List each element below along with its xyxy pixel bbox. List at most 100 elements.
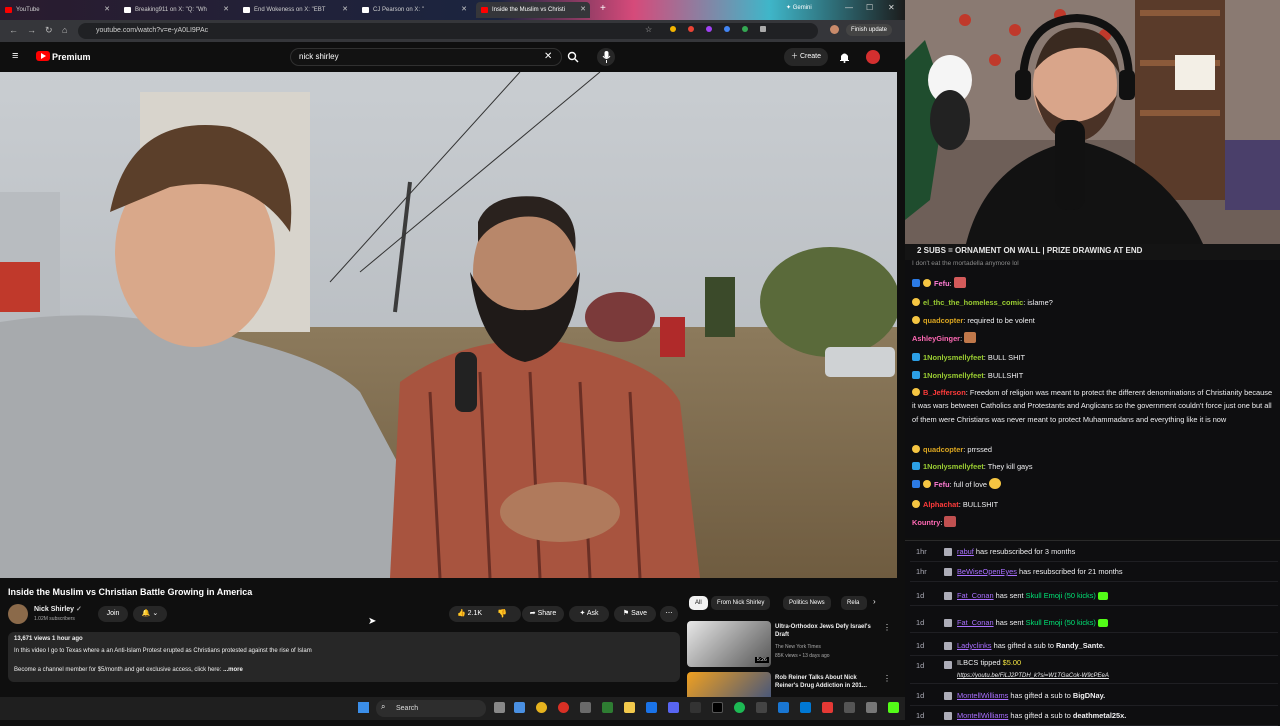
browser-tab[interactable]: End Wokeness on X: "EBT ✕ bbox=[238, 2, 352, 18]
chip-politics-news[interactable]: Politics News bbox=[783, 596, 831, 610]
activity-username[interactable]: Fat_Conan bbox=[957, 618, 994, 627]
subscribed-bell-button[interactable]: 🔔 ⌄ bbox=[133, 606, 167, 622]
extension-icon[interactable] bbox=[688, 26, 694, 32]
app-icon[interactable] bbox=[712, 702, 723, 713]
activity-username[interactable]: MontellWilliams bbox=[957, 711, 1008, 720]
app-icon[interactable] bbox=[690, 702, 701, 713]
new-tab-icon[interactable]: + bbox=[600, 3, 606, 14]
activity-username[interactable]: BeWiseOpenEyes bbox=[957, 567, 1017, 576]
video-player[interactable] bbox=[0, 72, 897, 578]
chat-username[interactable]: 1Nonlysmellyfeet bbox=[923, 371, 984, 380]
chip-related[interactable]: Rela bbox=[841, 596, 867, 610]
close-tab-icon[interactable]: ✕ bbox=[104, 2, 110, 18]
gemini-button[interactable]: ✦ Gemini bbox=[786, 4, 812, 11]
chrome-icon[interactable] bbox=[536, 702, 547, 713]
extension-icon[interactable] bbox=[706, 26, 712, 32]
channel-name-link[interactable]: Nick Shirley ✓ bbox=[34, 605, 82, 613]
app-icon[interactable] bbox=[866, 702, 877, 713]
close-tab-icon[interactable]: ✕ bbox=[580, 2, 586, 18]
close-tab-icon[interactable]: ✕ bbox=[461, 2, 467, 18]
app-icon[interactable] bbox=[646, 702, 657, 713]
browser-tab[interactable]: YouTube ✕ bbox=[0, 2, 114, 18]
more-options-icon[interactable]: ⋮ bbox=[883, 623, 891, 632]
recommended-video[interactable]: 5:26 Ultra-Orthodox Jews Defy Israel's D… bbox=[687, 621, 897, 667]
browser-tab-active[interactable]: Inside the Muslim vs Christi ✕ bbox=[476, 2, 590, 18]
chip-all[interactable]: All bbox=[689, 596, 708, 610]
save-button[interactable]: ⚑ Save bbox=[614, 606, 656, 622]
close-window-icon[interactable]: ✕ bbox=[888, 3, 895, 12]
chat-username[interactable]: Alphachat bbox=[923, 500, 959, 509]
account-avatar[interactable] bbox=[866, 50, 880, 64]
app-icon[interactable] bbox=[756, 702, 767, 713]
home-icon[interactable]: ⌂ bbox=[62, 25, 67, 35]
minimize-icon[interactable]: — bbox=[845, 3, 853, 12]
youtube-logo-icon[interactable] bbox=[36, 51, 50, 61]
app-icon[interactable] bbox=[800, 702, 811, 713]
spotify-icon[interactable] bbox=[734, 702, 745, 713]
edge-icon[interactable] bbox=[514, 702, 525, 713]
kick-icon[interactable] bbox=[888, 702, 899, 713]
browser-tab[interactable]: CJ Pearson on X: " ✕ bbox=[357, 2, 471, 18]
chip-from-channel[interactable]: From Nick Shirley bbox=[711, 596, 771, 610]
chat-username[interactable]: 1Nonlysmellyfeet bbox=[923, 353, 984, 362]
finish-update-button[interactable]: Finish update bbox=[846, 24, 893, 36]
channel-avatar[interactable] bbox=[8, 604, 28, 624]
extension-icon[interactable] bbox=[724, 26, 730, 32]
chat-username[interactable]: quadcopter bbox=[923, 316, 963, 325]
chat-username[interactable]: Fefu bbox=[934, 480, 950, 489]
more-actions-icon[interactable]: ⋯ bbox=[660, 606, 678, 622]
app-icon[interactable] bbox=[844, 702, 855, 713]
chat-username[interactable]: B_Jefferson bbox=[923, 388, 966, 397]
activity-username[interactable]: ILBCS bbox=[957, 658, 978, 667]
task-view-icon[interactable] bbox=[494, 702, 505, 713]
show-more-link[interactable]: ...more bbox=[223, 667, 243, 673]
extension-icon[interactable] bbox=[670, 26, 676, 32]
app-icon[interactable] bbox=[602, 702, 613, 713]
ask-button[interactable]: ✦ Ask bbox=[569, 606, 609, 622]
description-box[interactable]: 13,671 views 1 hour ago In this video I … bbox=[8, 632, 680, 682]
app-icon[interactable] bbox=[558, 702, 569, 713]
activity-username[interactable]: Ladyclinks bbox=[957, 641, 992, 650]
reload-icon[interactable]: ↻ bbox=[45, 25, 53, 36]
notifications-bell-icon[interactable] bbox=[839, 51, 850, 63]
chat-username[interactable]: Kountry bbox=[912, 518, 940, 527]
extension-icon[interactable] bbox=[742, 26, 748, 32]
file-explorer-icon[interactable] bbox=[624, 702, 635, 713]
clear-search-icon[interactable]: ✕ bbox=[544, 51, 552, 62]
recommended-video[interactable]: Rob Reiner Talks About Nick Reiner's Dru… bbox=[687, 672, 897, 697]
close-tab-icon[interactable]: ✕ bbox=[342, 2, 348, 18]
discord-icon[interactable] bbox=[668, 702, 679, 713]
chat-username[interactable]: 1Nonlysmellyfeet bbox=[923, 462, 984, 471]
share-button[interactable]: ➦ Share bbox=[522, 606, 564, 622]
hamburger-menu-icon[interactable]: ≡ bbox=[12, 50, 18, 62]
app-icon[interactable] bbox=[822, 702, 833, 713]
more-options-icon[interactable]: ⋮ bbox=[883, 674, 891, 683]
activity-username[interactable]: MontellWilliams bbox=[957, 691, 1008, 700]
app-icon[interactable] bbox=[778, 702, 789, 713]
bookmark-star-icon[interactable]: ☆ bbox=[645, 25, 652, 34]
maximize-icon[interactable]: ☐ bbox=[866, 3, 873, 12]
tip-link[interactable]: https://youtu.be/FiLJ2PTDH_k?si=W1TGaCok… bbox=[957, 673, 1109, 679]
app-icon[interactable] bbox=[580, 702, 591, 713]
create-button[interactable]: ＋ Create bbox=[784, 48, 828, 66]
back-icon[interactable]: ← bbox=[9, 25, 18, 35]
search-input[interactable]: nick shirley bbox=[290, 48, 562, 66]
activity-username[interactable]: rabuf bbox=[957, 547, 974, 556]
chat-username[interactable]: Fefu bbox=[934, 279, 950, 288]
close-tab-icon[interactable]: ✕ bbox=[223, 2, 229, 18]
chat-username[interactable]: AshleyGinger bbox=[912, 334, 960, 343]
chat-username[interactable]: el_thc_the_homeless_comic bbox=[923, 298, 1023, 307]
join-button[interactable]: Join bbox=[98, 606, 128, 622]
activity-username[interactable]: Fat_Conan bbox=[957, 591, 994, 600]
chat-username[interactable]: quadcopter bbox=[923, 445, 963, 454]
extensions-puzzle-icon[interactable] bbox=[760, 26, 766, 32]
thumbs-down-icon[interactable]: 👎 bbox=[497, 609, 507, 618]
search-icon[interactable] bbox=[567, 51, 579, 63]
profile-avatar[interactable] bbox=[830, 25, 839, 34]
browser-tab[interactable]: Breaking911 on X: "Q: "Wh ✕ bbox=[119, 2, 233, 18]
like-button[interactable]: 👍 2.1K bbox=[449, 606, 521, 622]
windows-start-icon[interactable] bbox=[358, 702, 369, 713]
chevron-right-icon[interactable]: › bbox=[873, 597, 876, 606]
taskbar-search[interactable]: Search bbox=[376, 700, 486, 717]
forward-icon[interactable]: → bbox=[27, 25, 36, 35]
